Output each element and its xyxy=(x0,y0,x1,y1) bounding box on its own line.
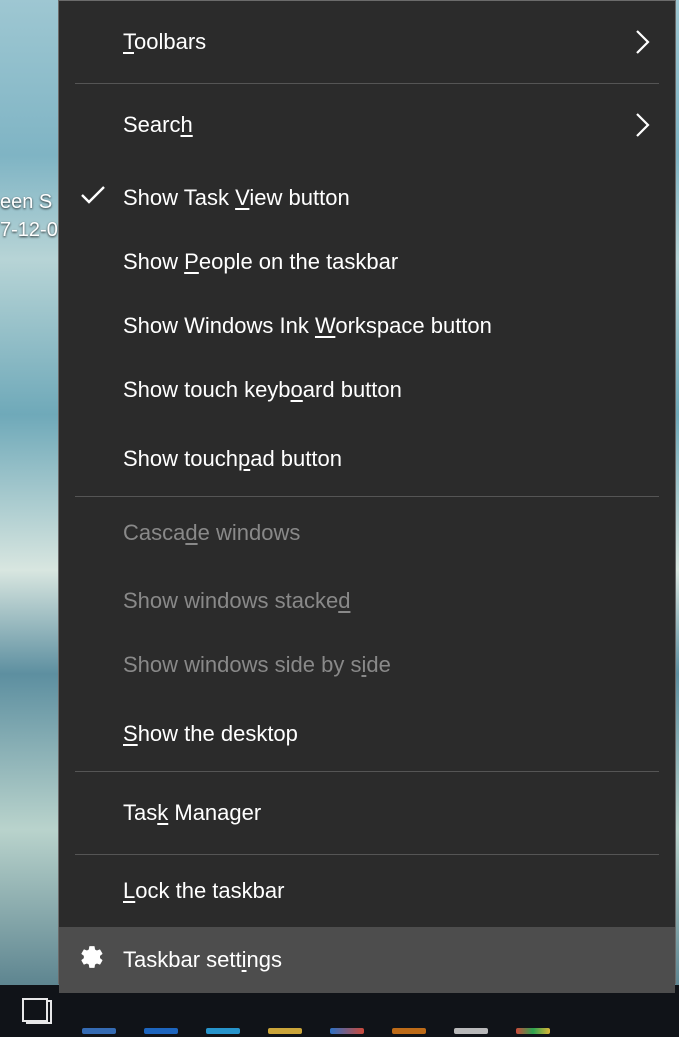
taskbar-app-7[interactable] xyxy=(454,994,488,1028)
taskbar-app-5[interactable] xyxy=(330,994,364,1028)
chevron-right-icon xyxy=(635,29,651,55)
task-view-icon xyxy=(22,998,52,1024)
menu-item-show-people[interactable]: Show People on the taskbar xyxy=(75,230,659,294)
menu-item-label: Show Task View button xyxy=(123,185,350,211)
menu-item-label: Cascade windows xyxy=(123,520,300,546)
menu-item-cascade-windows: Cascade windows xyxy=(75,497,659,569)
menu-item-lock-taskbar[interactable]: Lock the taskbar xyxy=(75,855,659,927)
desktop-icon-label: een S 7-12-0 xyxy=(0,188,58,244)
taskbar-app-4[interactable] xyxy=(268,994,302,1028)
chevron-right-icon xyxy=(635,112,651,138)
menu-item-label: Show Windows Ink Workspace button xyxy=(123,313,492,339)
menu-item-show-ink-workspace[interactable]: Show Windows Ink Workspace button xyxy=(75,294,659,358)
taskbar-app-8[interactable] xyxy=(516,994,550,1028)
menu-item-label: Task Manager xyxy=(123,800,261,826)
menu-item-task-manager[interactable]: Task Manager xyxy=(75,772,659,854)
menu-item-label: Show the desktop xyxy=(123,721,298,747)
menu-item-label: Show windows side by side xyxy=(123,652,391,678)
menu-item-label: Show windows stacked xyxy=(123,588,350,614)
menu-item-side-by-side: Show windows side by side xyxy=(75,633,659,697)
menu-item-label: Show touchpad button xyxy=(123,446,342,472)
task-view-button[interactable] xyxy=(20,994,54,1028)
taskbar-context-menu: Toolbars Search Show Task View button Sh… xyxy=(58,0,676,984)
menu-item-show-task-view[interactable]: Show Task View button xyxy=(75,166,659,230)
menu-item-show-desktop[interactable]: Show the desktop xyxy=(75,697,659,771)
menu-item-show-stacked: Show windows stacked xyxy=(75,569,659,633)
taskbar-app-3[interactable] xyxy=(206,994,240,1028)
menu-item-label: Taskbar settings xyxy=(123,947,282,973)
menu-item-label: Search xyxy=(123,112,193,138)
taskbar-app-6[interactable] xyxy=(392,994,426,1028)
menu-item-show-touch-keyboard[interactable]: Show touch keyboard button xyxy=(75,358,659,422)
menu-item-toolbars[interactable]: Toolbars xyxy=(75,1,659,83)
menu-item-search[interactable]: Search xyxy=(75,84,659,166)
menu-item-label: Toolbars xyxy=(123,29,206,55)
menu-item-label: Lock the taskbar xyxy=(123,878,284,904)
menu-item-label: Show touch keyboard button xyxy=(123,377,402,403)
menu-item-show-touchpad[interactable]: Show touchpad button xyxy=(75,422,659,496)
taskbar-app-1[interactable] xyxy=(82,994,116,1028)
menu-item-label: Show People on the taskbar xyxy=(123,249,398,275)
menu-item-taskbar-settings[interactable]: Taskbar settings xyxy=(59,927,675,993)
gear-icon xyxy=(79,944,105,976)
checkmark-icon xyxy=(79,184,107,212)
taskbar-app-2[interactable] xyxy=(144,994,178,1028)
